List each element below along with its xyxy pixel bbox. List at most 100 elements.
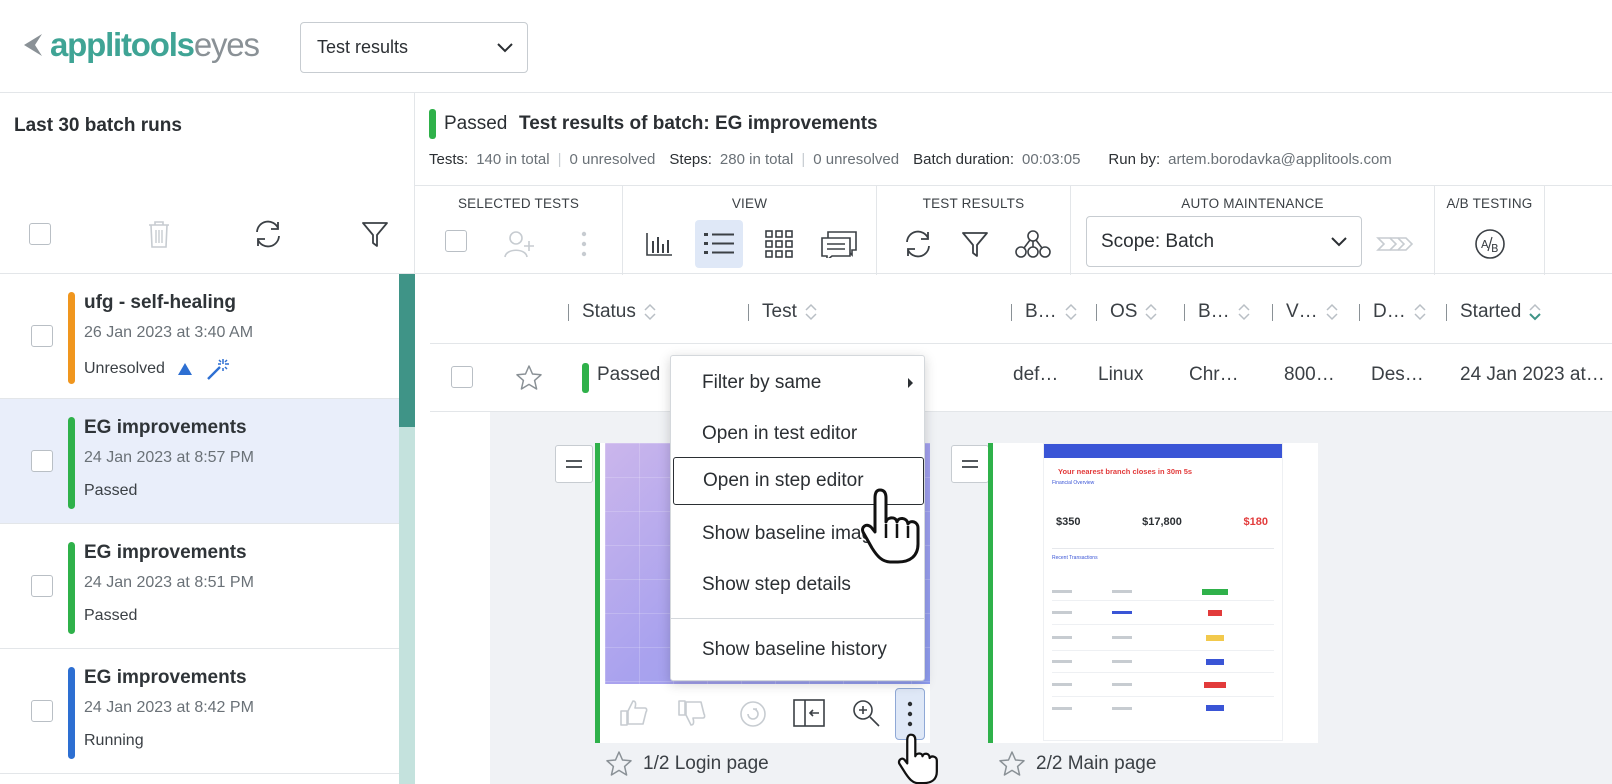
batch-name: EG improvements bbox=[84, 542, 247, 563]
view-select-value: Test results bbox=[317, 37, 409, 57]
bar-chart-view-button[interactable] bbox=[635, 220, 683, 268]
refresh-icon[interactable] bbox=[252, 219, 284, 249]
batch-item[interactable]: ufg - self-healing 26 Jan 2023 at 3:40 A… bbox=[0, 274, 399, 399]
batch-status-bar bbox=[68, 292, 75, 384]
tests-unresolved: 0 unresolved bbox=[569, 151, 656, 168]
batch-item-selected[interactable]: EG improvements 24 Jan 2023 at 8:57 PM P… bbox=[0, 399, 399, 524]
batch-status-text: Passed bbox=[444, 113, 508, 134]
column-viewport[interactable]: V… bbox=[1272, 301, 1338, 323]
column-started[interactable]: Started bbox=[1446, 301, 1541, 323]
select-all-batches-checkbox[interactable] bbox=[29, 223, 51, 245]
batch-status-label: Running bbox=[84, 732, 144, 749]
menu-item-show-step-details[interactable]: Show step details bbox=[671, 561, 924, 609]
table-row[interactable]: Passed def… Linux Chr… 800… Des… 24 Jan … bbox=[430, 344, 1612, 412]
stats-divider: | bbox=[557, 151, 562, 168]
column-device[interactable]: D… bbox=[1359, 301, 1426, 323]
row-checkbox[interactable] bbox=[451, 366, 473, 388]
batch-status: Passed bbox=[84, 607, 137, 625]
results-toolbar: SELECTED TESTS VIEW TEST RESULTS AUTO MA… bbox=[415, 185, 1612, 275]
column-browser[interactable]: B… bbox=[1184, 301, 1250, 323]
thumbs-up-icon[interactable] bbox=[619, 698, 649, 728]
row-status-pill bbox=[582, 363, 589, 393]
thumbs-down-icon[interactable] bbox=[677, 698, 707, 728]
batch-checkbox[interactable] bbox=[31, 700, 53, 722]
batch-date: 24 Jan 2023 at 8:57 PM bbox=[84, 449, 254, 466]
results-table-header: Status Test B… OS B… V… D… Started bbox=[430, 274, 1612, 344]
batch-status-bar bbox=[68, 667, 75, 759]
runby-value: artem.borodavka@applitools.com bbox=[1168, 151, 1392, 168]
batch-date: 26 Jan 2023 at 3:40 AM bbox=[84, 324, 254, 341]
tests-label: Tests: bbox=[429, 151, 469, 168]
star-icon[interactable] bbox=[998, 750, 1026, 777]
group-title: SELECTED TESTS bbox=[457, 196, 580, 211]
column-status[interactable]: Status bbox=[568, 301, 656, 323]
trash-icon[interactable] bbox=[146, 219, 172, 249]
filter-results-button[interactable] bbox=[951, 220, 999, 268]
list-view-button[interactable] bbox=[695, 220, 743, 268]
svg-text:B: B bbox=[1491, 242, 1499, 255]
batch-list-scroll-thumb[interactable] bbox=[399, 274, 415, 427]
sort-icon bbox=[1414, 303, 1426, 321]
group-by-button[interactable] bbox=[1009, 220, 1057, 268]
compare-panel-icon[interactable] bbox=[793, 698, 825, 728]
step-thumbnail-main[interactable]: Your nearest branch closes in 30m 5s Fin… bbox=[988, 443, 1318, 743]
warning-triangle-icon bbox=[177, 363, 192, 375]
bar-chart-icon bbox=[646, 233, 672, 256]
refresh-results-button[interactable] bbox=[894, 220, 942, 268]
grid-view-button[interactable] bbox=[755, 220, 803, 268]
apply-maintenance-button[interactable] bbox=[1373, 220, 1421, 268]
menu-item-open-in-test-editor[interactable]: Open in test editor bbox=[671, 410, 924, 458]
rerun-icon[interactable] bbox=[738, 699, 768, 729]
column-branch[interactable]: B… bbox=[1011, 301, 1077, 323]
group-title: TEST RESULTS bbox=[922, 196, 1025, 211]
main-page-screenshot[interactable]: Your nearest branch closes in 30m 5s Fin… bbox=[1043, 443, 1283, 741]
filter-icon[interactable] bbox=[361, 220, 389, 248]
tests-total: 140 in total bbox=[476, 151, 550, 168]
filter-icon bbox=[962, 232, 988, 257]
batch-status: Passed bbox=[84, 482, 137, 500]
batch-checkbox[interactable] bbox=[31, 325, 53, 347]
hierarchy-icon bbox=[1015, 230, 1051, 258]
menu-item-show-baseline-history[interactable]: Show baseline history bbox=[671, 626, 924, 674]
applitools-logo[interactable]: applitoolseyes bbox=[22, 26, 260, 64]
row-status: Passed bbox=[597, 364, 661, 385]
comments-view-button[interactable] bbox=[815, 220, 863, 268]
row-branch: def… bbox=[1013, 364, 1059, 385]
zoom-in-icon[interactable] bbox=[851, 698, 881, 728]
menu-item-filter-by-same[interactable]: Filter by same bbox=[671, 359, 924, 407]
select-tests-checkbox[interactable] bbox=[445, 230, 467, 252]
column-os[interactable]: OS bbox=[1096, 301, 1157, 323]
more-actions-button[interactable] bbox=[560, 220, 608, 268]
step-label: 2/2 Main page bbox=[1036, 752, 1157, 774]
ab-testing-button[interactable]: AB bbox=[1466, 220, 1514, 268]
assign-user-button[interactable] bbox=[495, 220, 543, 268]
sort-desc-icon bbox=[1529, 303, 1541, 321]
batch-checkbox[interactable] bbox=[31, 575, 53, 597]
mini-topbar bbox=[1044, 444, 1282, 458]
batch-status-label: Passed bbox=[84, 482, 138, 499]
column-test[interactable]: Test bbox=[748, 301, 817, 323]
batch-checkbox[interactable] bbox=[31, 450, 53, 472]
hand-cursor-icon bbox=[897, 733, 938, 784]
scope-select[interactable]: Scope: Batch bbox=[1086, 216, 1362, 267]
step-caption-main: 2/2 Main page bbox=[998, 750, 1156, 777]
view-select[interactable]: Test results bbox=[300, 22, 528, 73]
list-icon bbox=[704, 233, 734, 254]
batch-item[interactable]: EG improvements 24 Jan 2023 at 8:42 PM R… bbox=[0, 649, 399, 774]
star-icon[interactable] bbox=[515, 364, 543, 391]
drag-handle-icon[interactable] bbox=[951, 445, 989, 483]
duration-value: 00:03:05 bbox=[1022, 151, 1081, 168]
step-label: 1/2 Login page bbox=[643, 752, 769, 774]
star-icon[interactable] bbox=[605, 750, 633, 777]
top-bar: applitoolseyes Test results bbox=[0, 0, 1612, 93]
sort-icon bbox=[1065, 303, 1077, 321]
runby-label: Run by: bbox=[1108, 151, 1161, 168]
mini-due-today: $180 bbox=[1243, 516, 1268, 528]
batch-item[interactable]: EG improvements 24 Jan 2023 at 8:51 PM P… bbox=[0, 524, 399, 649]
row-browser: Chr… bbox=[1189, 364, 1239, 385]
batch-date: 24 Jan 2023 at 8:42 PM bbox=[84, 699, 254, 716]
applitools-logo-icon bbox=[24, 34, 42, 56]
drag-handle-icon[interactable] bbox=[555, 445, 593, 483]
stats-divider: | bbox=[801, 151, 806, 168]
ab-testing-group: A/B TESTING AB bbox=[1435, 186, 1545, 275]
